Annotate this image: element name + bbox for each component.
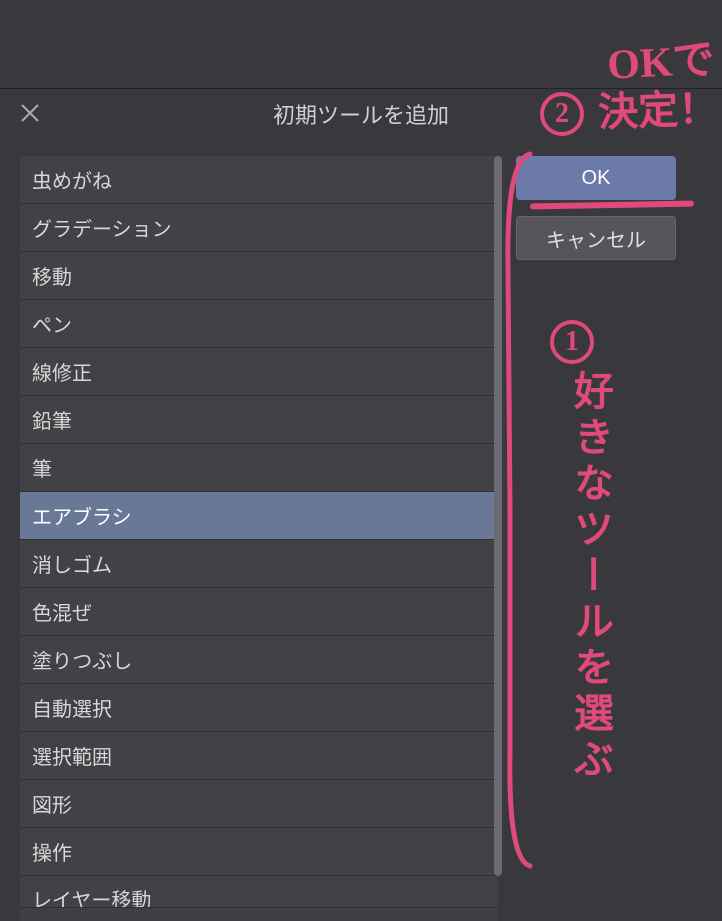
list-item-label: 図形 (32, 789, 72, 818)
list-item-label: 色混ぜ (32, 597, 92, 626)
list-item[interactable]: レイヤー移動 (20, 876, 498, 908)
list-item-label: 線修正 (32, 357, 92, 386)
list-item[interactable]: ペン (20, 300, 498, 348)
list-item[interactable]: 消しゴム (20, 540, 498, 588)
list-item[interactable]: エアブラシ (20, 492, 498, 540)
close-button[interactable] (18, 101, 42, 125)
list-item-label: ペン (32, 309, 72, 338)
list-item-label: 鉛筆 (32, 405, 72, 434)
list-item-label: 虫めがね (32, 165, 112, 194)
ok-button[interactable]: OK (516, 156, 676, 200)
list-item-label: 操作 (32, 837, 72, 866)
tool-list-container: 虫めがねグラデーション移動ペン線修正鉛筆筆エアブラシ消しゴム色混ぜ塗りつぶし自動… (20, 156, 498, 921)
list-item-label: エアブラシ (32, 501, 132, 530)
list-item-label: レイヤー移動 (32, 884, 151, 908)
list-item[interactable]: 操作 (20, 828, 498, 876)
top-bar (0, 0, 722, 88)
list-item-label: グラデーション (32, 213, 172, 242)
list-item[interactable]: 選択範囲 (20, 732, 498, 780)
list-item[interactable]: 移動 (20, 252, 498, 300)
dialog-title: 初期ツールを追加 (0, 98, 722, 130)
close-icon (20, 103, 40, 123)
tool-list[interactable]: 虫めがねグラデーション移動ペン線修正鉛筆筆エアブラシ消しゴム色混ぜ塗りつぶし自動… (20, 156, 498, 921)
list-item-label: 筆 (32, 453, 52, 482)
right-panel: OK キャンセル (516, 156, 676, 921)
list-item[interactable]: 色混ぜ (20, 588, 498, 636)
scrollbar[interactable] (494, 156, 502, 876)
list-item-label: 塗りつぶし (32, 645, 132, 674)
list-item[interactable]: 虫めがね (20, 156, 498, 204)
list-item[interactable]: 塗りつぶし (20, 636, 498, 684)
list-item[interactable]: 図形 (20, 780, 498, 828)
list-item-label: 選択範囲 (32, 741, 112, 770)
list-item-label: 移動 (32, 261, 72, 290)
list-item-label: 自動選択 (32, 693, 112, 722)
list-item[interactable]: 鉛筆 (20, 396, 498, 444)
dialog-body: 虫めがねグラデーション移動ペン線修正鉛筆筆エアブラシ消しゴム色混ぜ塗りつぶし自動… (0, 138, 722, 921)
list-item[interactable]: 自動選択 (20, 684, 498, 732)
list-item-label: 消しゴム (32, 549, 112, 578)
add-default-tool-dialog: 初期ツールを追加 虫めがねグラデーション移動ペン線修正鉛筆筆エアブラシ消しゴム色… (0, 88, 722, 921)
list-item[interactable]: グラデーション (20, 204, 498, 252)
list-item[interactable]: 筆 (20, 444, 498, 492)
list-item[interactable]: 線修正 (20, 348, 498, 396)
dialog-header: 初期ツールを追加 (0, 88, 722, 138)
cancel-button[interactable]: キャンセル (516, 216, 676, 260)
